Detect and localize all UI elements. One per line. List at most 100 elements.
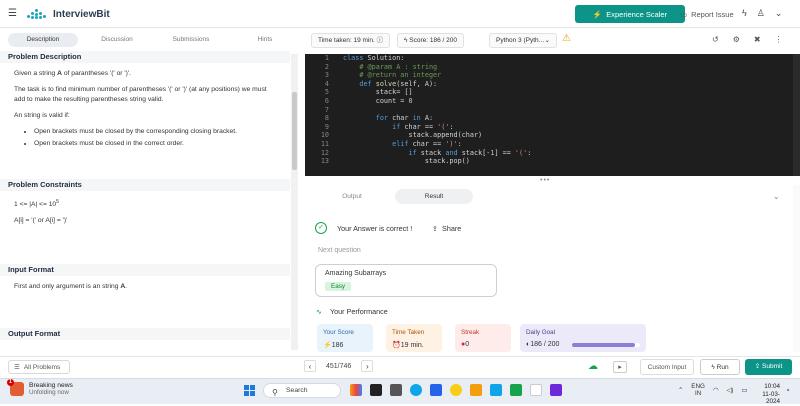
problem-index: 451/746 xyxy=(326,362,352,370)
language-indicator[interactable]: ENG IN xyxy=(691,383,705,397)
streak-card: Streak ●0 xyxy=(455,324,511,352)
news-subtitle: Unfolding now xyxy=(29,389,69,396)
tab-output[interactable]: Output xyxy=(313,189,391,204)
cloud-sync-icon[interactable]: ☁ xyxy=(588,361,598,372)
code-line[interactable]: 9 if char == '(': xyxy=(305,123,793,132)
app-icon[interactable] xyxy=(490,384,502,396)
code-line[interactable]: 3 # @return an integer xyxy=(305,71,793,80)
chrome-browser-icon[interactable] xyxy=(450,384,462,396)
news-title: Breaking news xyxy=(29,382,73,389)
code-line[interactable]: 10 stack.append(char) xyxy=(305,131,793,140)
windows-start-icon[interactable] xyxy=(244,385,255,396)
code-line[interactable]: 1 class Solution: xyxy=(305,54,793,63)
slack-icon[interactable] xyxy=(530,384,542,396)
problem-content: Problem Description Given a string A of … xyxy=(0,51,290,351)
prev-problem-button[interactable]: ‹ xyxy=(304,360,316,372)
code-line[interactable]: 13 stack.pop() xyxy=(305,157,793,166)
editor-scrollbar[interactable] xyxy=(793,54,800,176)
warning-icon[interactable]: ⚠ xyxy=(562,33,571,44)
next-question-label: Next question xyxy=(318,247,361,254)
brand-logo[interactable]: InterviewBit xyxy=(27,7,110,21)
validity-rules: Open brackets must be closed by the corr… xyxy=(14,127,276,149)
code-line[interactable]: 8 for char in A: xyxy=(305,114,793,123)
code-text[interactable]: stack= [] xyxy=(343,88,413,97)
taskbar-search[interactable]: ⚲ Search xyxy=(263,383,341,398)
xbox-icon[interactable] xyxy=(510,384,522,396)
lightning-outline-icon[interactable]: ϟ xyxy=(742,8,747,19)
code-text[interactable]: for char in A: xyxy=(343,114,433,123)
battery-icon[interactable]: ▭ xyxy=(741,387,747,394)
tab-description[interactable]: Description xyxy=(8,33,78,47)
run-button[interactable]: ϟ Run xyxy=(700,359,740,375)
widgets-app-icon[interactable] xyxy=(350,384,362,396)
language-select[interactable]: Python 3 (Pyth... ⌄ xyxy=(489,33,557,48)
taskbar-apps xyxy=(350,384,562,396)
code-line[interactable]: 11 elif char == ')': xyxy=(305,140,793,149)
user-icon[interactable]: ♙ xyxy=(757,8,765,19)
code-text[interactable]: stack.append(char) xyxy=(343,131,482,140)
input-format-title: Input Format xyxy=(0,264,290,277)
settings-icon[interactable]: ⚙ xyxy=(733,35,740,44)
tab-result[interactable]: Result xyxy=(395,189,473,204)
file-explorer-icon[interactable] xyxy=(470,384,482,396)
code-line[interactable]: 6 count = 0 xyxy=(305,97,793,106)
app-icon[interactable] xyxy=(430,384,442,396)
console-icon[interactable]: ▸ xyxy=(613,361,627,373)
notification-icon[interactable]: ◔ xyxy=(785,386,790,395)
result-scrollbar[interactable] xyxy=(793,185,800,352)
code-line[interactable]: 5 stack= [] xyxy=(305,88,793,97)
tab-discussion[interactable]: Discussion xyxy=(82,33,152,47)
volume-icon[interactable]: ◁) xyxy=(726,387,733,394)
code-text[interactable]: count = 0 xyxy=(343,97,413,106)
edge-browser-icon[interactable] xyxy=(410,384,422,396)
task-view-icon[interactable] xyxy=(370,384,382,396)
desc-paragraph-1: Given a string A of parantheses '(' or '… xyxy=(14,70,132,77)
share-button[interactable]: ⇪ Share xyxy=(432,224,461,233)
app-icon[interactable] xyxy=(390,384,402,396)
problem-description-body: Given a string A of parantheses '(' or '… xyxy=(0,63,290,157)
collapse-chevron-icon[interactable]: ⌄ xyxy=(773,192,780,201)
submit-button[interactable]: ⇪ Submit xyxy=(745,359,792,375)
code-line[interactable]: 12 if stack and stack[-1] == '(': xyxy=(305,149,793,158)
tab-submissions[interactable]: Submissions xyxy=(156,33,226,47)
code-editor[interactable]: 1 class Solution: 2 # @param A : string 3 #… xyxy=(305,54,793,176)
menu-icon[interactable]: ☰ xyxy=(8,9,18,19)
report-issue-link[interactable]: ▭ Report Issue xyxy=(680,8,734,20)
code-line[interactable]: 4 def solve(self, A): xyxy=(305,80,793,89)
code-text[interactable]: if stack and stack[-1] == '(': xyxy=(343,149,531,158)
reset-icon[interactable]: ↺ xyxy=(712,35,719,44)
taskbar-clock[interactable]: 10:04 11-03-2024 xyxy=(756,383,780,406)
code-text[interactable]: elif char == ')': xyxy=(343,140,462,149)
next-question-card[interactable]: Amazing Subarrays Easy xyxy=(315,264,497,297)
scroll-thumb[interactable] xyxy=(292,92,297,170)
experience-scaler-button[interactable]: ⚡ Experience Scaler xyxy=(575,5,685,23)
tray-chevron-icon[interactable]: ⌃ xyxy=(678,387,683,394)
code-text[interactable]: def solve(self, A): xyxy=(343,80,437,89)
code-text[interactable]: # @return an integer xyxy=(343,71,441,80)
chevron-down-icon[interactable]: ⌄ xyxy=(775,8,783,19)
left-scrollbar[interactable] xyxy=(291,54,298,350)
line-number: 11 xyxy=(320,139,329,148)
resize-handle[interactable]: ••• xyxy=(540,177,550,184)
code-text[interactable]: if char == '(': xyxy=(343,123,453,132)
next-problem-button[interactable]: › xyxy=(361,360,374,372)
tab-hints[interactable]: Hints xyxy=(230,33,300,47)
expand-icon[interactable]: ✖ xyxy=(754,35,761,44)
line-number: 13 xyxy=(320,157,329,166)
code-text[interactable]: stack.pop() xyxy=(343,157,470,166)
teams-icon[interactable] xyxy=(550,384,562,396)
code-text[interactable]: # @param A : string xyxy=(343,63,437,72)
more-icon[interactable]: ⋮ xyxy=(775,35,783,44)
news-widget[interactable]: 1 Breaking news Unfolding now xyxy=(7,379,73,396)
wifi-icon[interactable]: ◠ xyxy=(713,387,719,394)
custom-input-button[interactable]: Custom Input xyxy=(640,359,694,375)
system-tray: ⌃ ENG IN ◠ ◁) ▭ xyxy=(678,383,747,397)
line-number: 8 xyxy=(324,114,329,123)
code-line[interactable]: 2 # @param A : string xyxy=(305,63,793,72)
performance-heading: ∿ Your Performance xyxy=(316,307,388,316)
all-problems-button[interactable]: ☰ All Problems xyxy=(8,360,70,374)
code-text[interactable]: class Solution: xyxy=(343,54,404,63)
code-line[interactable]: 7 xyxy=(305,106,793,115)
next-question-title: Amazing Subarrays xyxy=(325,270,387,277)
difficulty-badge: Easy xyxy=(325,282,351,291)
